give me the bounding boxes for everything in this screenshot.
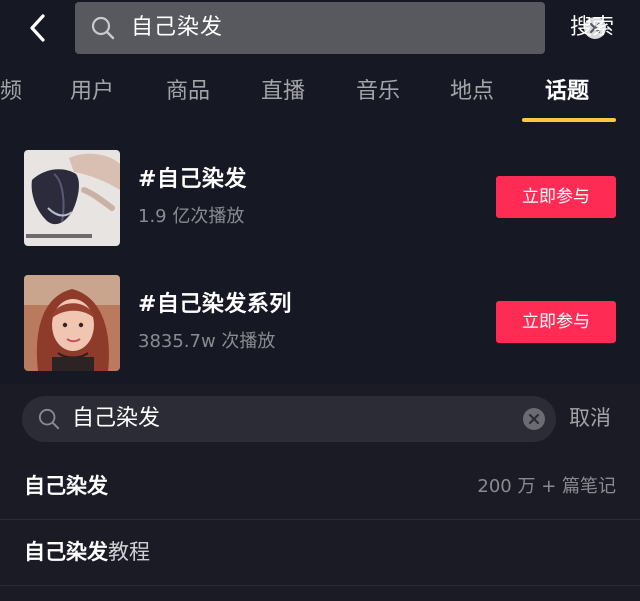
suggestion-query: 自己染发 [72,406,161,431]
tab-users[interactable]: 用户 [70,76,114,108]
search-icon [91,16,115,40]
tab-video[interactable]: 频 [0,76,22,108]
suggestion-search-input[interactable]: 自己染发 [22,396,556,442]
topic-thumbnail [24,275,120,371]
topic-title: #自己染发 [138,167,247,192]
suggestion-text: 自己染发 [24,474,108,498]
active-tab-indicator [522,118,616,122]
search-query: 自己染发 [131,15,224,40]
suggestion-text: 自己染发 [24,540,108,564]
suggestion-item[interactable]: 自己染发 200 万 + 篇笔记 [0,454,640,520]
join-topic-button[interactable]: 立即参与 [496,301,616,343]
suggestion-item[interactable]: 自己染发教程 [0,520,640,586]
search-input[interactable]: 自己染发 [75,2,606,54]
tab-music[interactable]: 音乐 [356,76,400,108]
topic-item[interactable]: #自己染发 1.9 亿次播放 立即参与 [0,150,640,250]
cancel-button[interactable]: 取消 [569,402,611,434]
clear-icon[interactable] [522,407,546,431]
search-suggestion-panel: 自己染发 取消 自己染发 200 万 + 篇笔记 自己染发教程 [0,384,640,601]
back-button[interactable] [22,8,54,48]
tab-live[interactable]: 直播 [261,76,305,108]
search-icon [38,408,60,430]
chevron-left-icon [30,14,45,42]
tab-products[interactable]: 商品 [166,76,210,108]
topic-play-count: 1.9 亿次播放 [138,206,245,227]
category-tabs: 频 用户 商品 直播 音乐 地点 话题 [0,64,640,124]
top-bar: 自己染发 搜索 [0,0,640,56]
suggestion-suffix: 教程 [108,540,150,564]
tab-places[interactable]: 地点 [450,76,494,108]
topic-title: #自己染发系列 [138,292,292,317]
topic-item[interactable]: #自己染发系列 3835.7w 次播放 立即参与 [0,275,640,375]
search-button[interactable]: 搜索 [570,12,614,44]
tab-topics[interactable]: 话题 [545,76,589,108]
topic-play-count: 3835.7w 次播放 [138,331,276,352]
topic-thumbnail [24,150,120,246]
join-topic-button[interactable]: 立即参与 [496,176,616,218]
suggestion-note-count: 200 万 + 篇笔记 [477,476,616,497]
